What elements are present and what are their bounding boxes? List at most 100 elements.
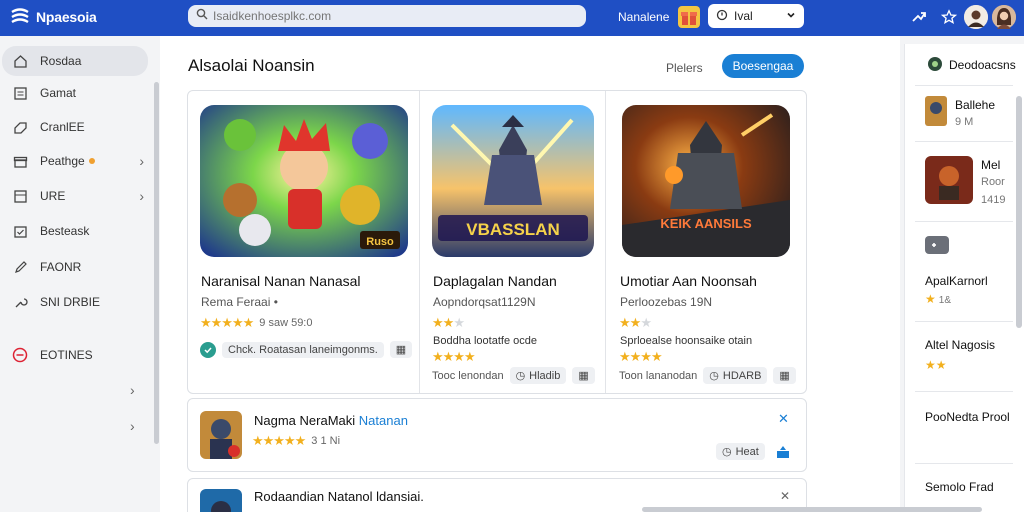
game-note: Sprloealse hoonsaike otain bbox=[620, 335, 753, 347]
panel-item[interactable]: Altel Nagosis ★★ bbox=[915, 322, 1013, 392]
star-rating-icon: ★★★★★ bbox=[252, 433, 306, 448]
game-footer: Toon lananodan ◷ HDARB ▦ bbox=[619, 367, 796, 384]
game-logo-text: VBASSLAN bbox=[466, 220, 560, 239]
game-rating: ★★★ bbox=[432, 315, 465, 331]
chevron-right-icon[interactable]: › bbox=[130, 418, 135, 434]
right-panel: Deodoacsns Ballehe 9 M Mel Roor 1419 Apa… bbox=[904, 44, 1024, 512]
sidebar-item-label: CranlEE bbox=[40, 120, 85, 134]
row-title[interactable]: Rodaandian Natanol ldansiai. bbox=[254, 489, 424, 504]
sidebar-item-label: EOTINES bbox=[40, 348, 93, 362]
gift-icon[interactable] bbox=[678, 6, 700, 28]
clock-icon: ◷ bbox=[515, 370, 526, 382]
brand[interactable]: Npaesoia bbox=[10, 7, 97, 27]
sidebar-item-gifts[interactable]: Peathge › bbox=[2, 146, 148, 176]
game-subtitle: Perloozebas 19N bbox=[620, 295, 713, 309]
row-chip[interactable]: ◷ Heat bbox=[716, 443, 765, 460]
panel-item[interactable]: Ballehe 9 M bbox=[915, 86, 1013, 142]
footer-chip[interactable]: ◷ HDARB bbox=[703, 367, 768, 384]
game-footer: Tooc lenondan ◷ Hladib ▦ bbox=[432, 367, 595, 384]
game-card[interactable]: KEIK AANSILS Umotiar Aan Noonsah Perlooz… bbox=[606, 91, 806, 393]
panel-item[interactable]: ApalKarnorl ★ 1& bbox=[915, 222, 1013, 322]
list-item[interactable]: Nagma NeraMaki Natanan ★★★★★ 3 1 Ni ✕ ◷ … bbox=[187, 398, 807, 472]
sidebar-item-label: Rosdaa bbox=[40, 54, 82, 68]
game-logo-text: Ruso bbox=[366, 236, 394, 248]
item-rating: ★ 1& bbox=[925, 292, 951, 306]
star-rating-icon: ★★★ bbox=[619, 315, 652, 330]
notification-dot bbox=[88, 158, 95, 164]
chevron-right-icon[interactable]: › bbox=[130, 382, 135, 398]
close-icon[interactable]: ✕ bbox=[778, 411, 789, 427]
sidebar-item-favorites[interactable]: FAONR bbox=[2, 252, 148, 282]
star-rating-icon: ★ bbox=[925, 292, 936, 306]
language-select[interactable]: Ival bbox=[708, 4, 804, 28]
horizontal-scrollbar[interactable] bbox=[642, 507, 982, 512]
game-card[interactable]: Ruso Naranisal Nanan Nanasal Rema Feraai… bbox=[188, 91, 420, 393]
item-title: ApalKarnorl bbox=[925, 274, 988, 288]
footer-chip[interactable]: Chck. Roatasan laneimgonms. bbox=[222, 341, 384, 358]
chevron-right-icon: › bbox=[139, 153, 144, 169]
row-title[interactable]: Nagma NeraMaki Natanan bbox=[254, 413, 408, 428]
sidebar-item-tasks[interactable]: Besteask bbox=[2, 216, 148, 246]
sidebar-item-ure[interactable]: URE › bbox=[2, 181, 148, 211]
list-icon bbox=[12, 85, 28, 101]
top-nav-link[interactable]: Nanalene bbox=[618, 10, 669, 24]
game-subtitle: Rema Feraai • bbox=[201, 295, 278, 309]
home-icon bbox=[12, 53, 28, 69]
trending-icon[interactable] bbox=[908, 6, 930, 28]
search-input[interactable] bbox=[213, 9, 573, 23]
calendar-icon[interactable]: ▦ bbox=[389, 341, 413, 358]
sidebar-item-games[interactable]: Gamat bbox=[2, 78, 148, 108]
star-rating-icon: ★★★★ bbox=[619, 349, 663, 364]
footer-chip[interactable]: ◷ Hladib bbox=[509, 367, 567, 384]
game-note: Boddha lootatfe ocde bbox=[433, 335, 537, 347]
item-title: Ballehe bbox=[955, 98, 996, 112]
sidebar-item-label: FAONR bbox=[40, 260, 82, 274]
footer-text: Tooc lenondan bbox=[432, 369, 504, 382]
item-sub: 9 M bbox=[955, 116, 974, 128]
star-rating-icon: ★★ bbox=[925, 358, 947, 372]
right-panel-scrollbar[interactable] bbox=[1016, 96, 1022, 328]
game-card[interactable]: VBASSLAN Daplagalan Nandan Aopndorqsat11… bbox=[420, 91, 606, 393]
share-icon bbox=[12, 119, 28, 135]
clock-icon: ◷ bbox=[709, 370, 719, 382]
item-title: Mel bbox=[981, 158, 1001, 172]
panel-item[interactable]: Mel Roor 1419 bbox=[915, 142, 1013, 222]
brand-name: Npaesoia bbox=[36, 9, 97, 25]
panel-item[interactable]: PooNedta Prool bbox=[915, 392, 1013, 464]
sidebar-item-settings[interactable]: SNI DRBIE bbox=[2, 287, 148, 317]
main-content: Alsaolai Noansin Plelers Boesengaa Ruso … bbox=[160, 36, 900, 512]
right-panel-header[interactable]: Deodoacsns bbox=[915, 44, 1016, 86]
avatar-icon[interactable] bbox=[992, 5, 1016, 29]
row-thumbnail[interactable] bbox=[200, 411, 242, 459]
sidebar-item-share[interactable]: CranlEE bbox=[2, 112, 148, 142]
star-rating-icon: ★★★ bbox=[432, 315, 465, 330]
calendar-icon[interactable]: ▦ bbox=[572, 367, 595, 384]
item-title: PooNedta Prool bbox=[925, 410, 1010, 424]
game-image[interactable]: VBASSLAN bbox=[432, 105, 594, 257]
primary-button[interactable]: Boesengaa bbox=[722, 54, 804, 78]
sidebar-item-home[interactable]: Rosdaa bbox=[2, 46, 148, 76]
profile-icon[interactable] bbox=[964, 5, 988, 29]
item-sub: Roor bbox=[981, 176, 1005, 188]
game-image[interactable]: KEIK AANSILS bbox=[622, 105, 790, 257]
sidebar-item-label: Besteask bbox=[40, 224, 90, 238]
close-icon[interactable]: ✕ bbox=[780, 489, 790, 503]
filter-link[interactable]: Plelers bbox=[666, 61, 703, 75]
game-title[interactable]: Naranisal Nanan Nanasal bbox=[201, 273, 361, 289]
calendar-icon[interactable]: ▦ bbox=[773, 367, 796, 384]
sidebar-item-label: URE bbox=[40, 189, 66, 203]
wrench-icon bbox=[12, 294, 28, 310]
sidebar-item-editions[interactable]: EOTINES bbox=[2, 340, 148, 370]
star-outline-icon[interactable] bbox=[938, 6, 960, 28]
game-logo-text: KEIK AANSILS bbox=[660, 216, 752, 231]
sidebar-scrollbar[interactable] bbox=[154, 82, 159, 444]
game-title[interactable]: Daplagalan Nandan bbox=[433, 273, 557, 289]
share-icon[interactable] bbox=[776, 445, 790, 464]
game-image[interactable]: Ruso bbox=[200, 105, 408, 257]
footer-chip-label: Hladib bbox=[529, 369, 561, 382]
search-bar[interactable] bbox=[188, 5, 586, 27]
item-title: Altel Nagosis bbox=[925, 338, 996, 352]
panel-item[interactable]: Semolo Frad bbox=[915, 464, 1013, 512]
row-thumbnail[interactable] bbox=[200, 489, 242, 512]
game-title[interactable]: Umotiar Aan Noonsah bbox=[620, 273, 757, 289]
